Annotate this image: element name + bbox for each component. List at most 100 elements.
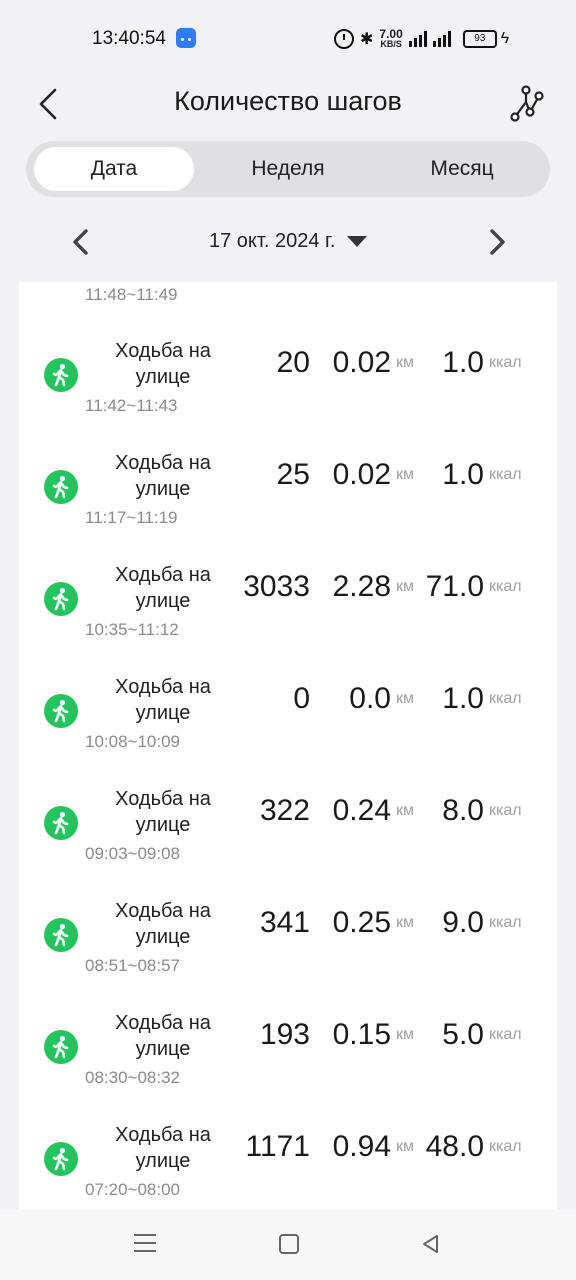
alarm-icon (334, 29, 354, 49)
activity-name: Ходьба на улице (115, 788, 211, 836)
activity-time: 09:03~09:08 (85, 844, 181, 863)
activity-time: 08:30~08:32 (85, 1068, 181, 1087)
step-count: 322 (259, 794, 310, 827)
status-icons: ✱ 7.00 KB/S 93 ϟ (334, 26, 509, 52)
calories-value: 1.0 (442, 346, 484, 379)
signal-icon (408, 31, 427, 47)
calories-value: 1.0 (442, 682, 484, 715)
distance-value: 0.0 (349, 682, 391, 715)
charging-icon: ϟ (500, 30, 510, 47)
battery-icon: 93 (462, 30, 497, 48)
route-button[interactable] (506, 84, 546, 124)
page-title: Количество шагов (174, 86, 402, 116)
dropdown-triangle-icon (346, 236, 367, 248)
distance-value: 0.02 (332, 346, 391, 379)
distance-value: 0.24 (332, 794, 391, 827)
distance-value: 0.15 (332, 1018, 391, 1051)
distance-unit: км (396, 1138, 414, 1155)
calories-unit: ккал (489, 578, 522, 595)
route-icon (510, 85, 544, 122)
walking-icon (44, 582, 78, 616)
distance-unit: км (396, 914, 414, 931)
status-time: 13:40:54 (92, 28, 166, 49)
step-count: 193 (259, 1018, 310, 1051)
activity-list[interactable]: 11:48~11:49 Ходьба на улице 11:42~11:43 20… (19, 282, 557, 1210)
list-item[interactable]: Ходьба на улице 10:08~10:09 0 0.0 км 1.0 ккал (19, 648, 557, 760)
list-item[interactable]: Ходьба на улице 08:51~08:57 341 0.25 км 9.0 кк… (19, 872, 557, 984)
menu-nav-button[interactable] (134, 1234, 156, 1254)
list-item[interactable]: Ходьба на улице 08:30~08:32 193 0.15 км 5.0 кк… (19, 984, 557, 1096)
activity-time: 10:35~11:12 (85, 620, 179, 639)
step-count: 341 (259, 906, 310, 939)
activity-name: Ходьба на улице (115, 1124, 211, 1172)
network-speed-value: 7.00 (379, 27, 403, 41)
next-date-button[interactable] (482, 224, 512, 260)
status-bar: 13:40:54 ✱ 7.00 KB/S 93 ϟ (0, 0, 576, 76)
back-nav-button[interactable] (420, 1233, 442, 1255)
list-item[interactable]: Ходьба на улице 11:42~11:43 20 0.02 км 1.0 кка… (19, 312, 557, 424)
list-item[interactable]: Ходьба на улице 10:35~11:12 3033 2.28 км 71.0… (19, 536, 557, 648)
walking-icon (44, 918, 78, 952)
walking-icon (44, 358, 78, 392)
calories-value: 48.0 (425, 1130, 484, 1163)
activity-name: Ходьба на улице (115, 452, 211, 500)
list-item[interactable]: Ходьба на улице 09:03~09:08 322 0.24 км 8.0 кк… (19, 760, 557, 872)
calories-unit: ккал (489, 1026, 522, 1043)
current-date: 17 окт. 2024 г. (209, 230, 336, 252)
tab-month[interactable]: Месяц (382, 147, 542, 191)
distance-value: 0.02 (332, 458, 391, 491)
distance-unit: км (396, 690, 414, 707)
calories-unit: ккал (489, 466, 522, 483)
calories-unit: ккал (489, 690, 522, 707)
calories-unit: ккал (489, 914, 522, 931)
distance-unit: км (396, 466, 414, 483)
network-speed: 7.00 KB/S (379, 27, 403, 49)
activity-time: 07:20~08:00 (85, 1180, 181, 1199)
signal-icon-2 (432, 31, 451, 47)
distance-value: 0.94 (332, 1130, 391, 1163)
step-count: 3033 (243, 570, 310, 603)
walking-icon (44, 1142, 78, 1176)
step-count: 1171 (245, 1130, 310, 1163)
calories-unit: ккал (489, 1138, 522, 1155)
list-item-time: 11:48~11:49 (85, 285, 178, 304)
walking-icon (44, 470, 78, 504)
activity-name: Ходьба на улице (115, 340, 211, 388)
activity-time: 11:42~11:43 (85, 396, 178, 415)
bluetooth-icon: ✱ (360, 31, 374, 48)
activity-name: Ходьба на улице (115, 676, 211, 724)
home-nav-button[interactable] (279, 1234, 299, 1254)
walking-icon (44, 694, 78, 728)
tab-week[interactable]: Неделя (208, 147, 368, 191)
step-count: 0 (293, 682, 310, 715)
distance-unit: км (396, 354, 414, 371)
distance-unit: км (396, 1026, 414, 1043)
system-nav-bar (0, 1210, 576, 1280)
network-speed-unit: KB/S (380, 39, 402, 49)
chevron-right-icon (490, 229, 505, 255)
calories-unit: ккал (489, 354, 522, 371)
tab-day[interactable]: Дата (34, 147, 194, 191)
back-triangle-icon (423, 1235, 438, 1253)
step-count: 25 (276, 458, 310, 491)
calories-value: 1.0 (442, 458, 484, 491)
step-count: 20 (276, 346, 310, 379)
activity-name: Ходьба на улице (115, 1012, 211, 1060)
activity-time: 08:51~08:57 (85, 956, 181, 975)
distance-unit: км (396, 578, 414, 595)
calories-value: 71.0 (425, 570, 484, 603)
android-icon (176, 28, 196, 48)
date-navigation: 17 окт. 2024 г. (0, 220, 576, 264)
period-tabs: Дата Неделя Месяц (26, 141, 550, 197)
app-header: Количество шагов (0, 76, 576, 132)
list-item[interactable]: Ходьба на улице 07:20~08:00 1171 0.94 км 48.0… (19, 1096, 557, 1208)
walking-icon (44, 806, 78, 840)
calories-value: 8.0 (442, 794, 484, 827)
distance-value: 2.28 (332, 570, 391, 603)
distance-value: 0.25 (332, 906, 391, 939)
calories-value: 5.0 (442, 1018, 484, 1051)
distance-unit: км (396, 802, 414, 819)
activity-time: 10:08~10:09 (85, 732, 181, 751)
calories-unit: ккал (489, 802, 522, 819)
list-item[interactable]: Ходьба на улице 11:17~11:19 25 0.02 км 1.0 кка… (19, 424, 557, 536)
